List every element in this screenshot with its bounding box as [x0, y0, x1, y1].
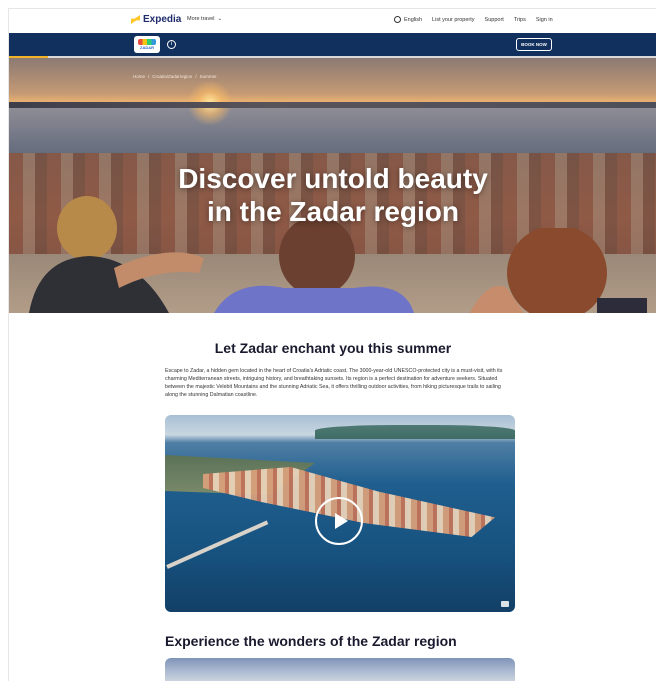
info-icon[interactable]: i — [167, 40, 176, 49]
wonders-image-preview — [165, 658, 515, 681]
play-button[interactable] — [315, 497, 363, 545]
video-distant-islands — [315, 425, 515, 439]
hero-horizon — [9, 102, 656, 108]
play-icon — [334, 513, 348, 529]
breadcrumb-separator: / — [195, 74, 197, 79]
zadar-video-player[interactable] — [165, 415, 515, 612]
top-navigation: Expedia More travel ⌄ English List your … — [9, 9, 656, 33]
breadcrumb: Home / Croatia/Zadarregion / Summer — [133, 74, 217, 79]
support-link[interactable]: Support — [485, 17, 504, 23]
expedia-logo-icon — [131, 15, 140, 24]
zadar-region-logo[interactable]: ZADAR — [134, 36, 160, 53]
nav-right-links: English List your property Support Trips… — [394, 16, 553, 23]
list-property-link[interactable]: List your property — [432, 17, 475, 23]
sign-in-link[interactable]: Sign in — [536, 17, 553, 23]
hero-title-line2: in the Zadar region — [206, 196, 460, 227]
globe-icon — [394, 16, 401, 23]
trips-link[interactable]: Trips — [514, 17, 526, 23]
language-selector[interactable]: English — [394, 16, 422, 23]
hero-person-center — [214, 218, 414, 313]
breadcrumb-separator: / — [148, 74, 150, 79]
zadar-logo-text: ZADAR — [140, 45, 154, 50]
intro-heading: Let Zadar enchant you this summer — [214, 340, 452, 356]
hero-title-line1: Discover untold beauty — [178, 163, 488, 194]
breadcrumb-current: Summer — [199, 74, 217, 79]
book-now-button[interactable]: BOOK NOW — [516, 38, 552, 51]
wonders-heading: Experience the wonders of the Zadar regi… — [165, 633, 457, 649]
intro-paragraph: Escape to Zadar, a hidden gem located in… — [165, 368, 503, 398]
expedia-logo[interactable]: Expedia — [131, 14, 181, 25]
brand-name: Expedia — [143, 14, 182, 25]
chevron-down-icon: ⌄ — [217, 16, 223, 22]
campaign-bar: ZADAR i BOOK NOW — [9, 33, 656, 56]
more-travel-menu[interactable]: More travel ⌄ — [187, 16, 222, 22]
hero-title: Discover untold beauty in the Zadar regi… — [9, 162, 656, 228]
language-label: English — [404, 16, 423, 23]
hero-banner: Home / Croatia/Zadarregion / Summer Disc… — [9, 58, 656, 313]
hero-person-right — [469, 228, 647, 313]
breadcrumb-region[interactable]: Croatia/Zadarregion — [152, 74, 192, 79]
more-travel-label: More travel — [187, 16, 215, 22]
breadcrumb-home[interactable]: Home — [133, 74, 145, 79]
page-frame: Expedia More travel ⌄ English List your … — [8, 8, 656, 681]
closed-caption-icon[interactable] — [501, 601, 509, 607]
video-pier — [166, 520, 269, 569]
